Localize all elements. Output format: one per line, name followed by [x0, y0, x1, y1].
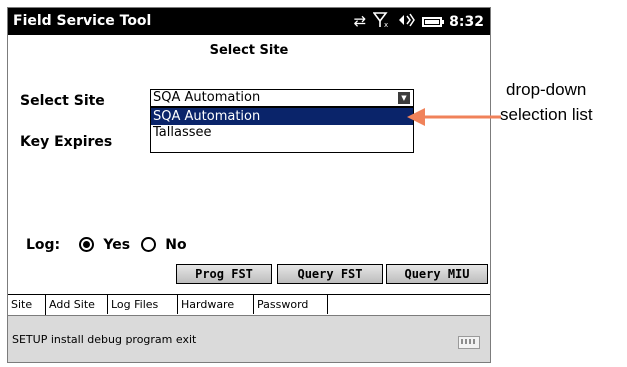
signal-off-icon[interactable]: x [372, 12, 391, 31]
tab-site[interactable]: Site [8, 295, 46, 315]
log-yes-label[interactable]: Yes [103, 237, 130, 253]
select-site-label: Select Site [20, 93, 105, 109]
log-option-group: Log: Yes No [26, 234, 187, 256]
clock[interactable]: 8:32 [449, 14, 484, 30]
query-fst-button[interactable]: Query FST [277, 264, 383, 284]
keyboard-icon[interactable] [458, 336, 480, 349]
command-bar: SETUP install debug program exit [8, 315, 490, 362]
log-no-label[interactable]: No [165, 237, 186, 253]
callout-arrow [407, 108, 501, 126]
tab-bar: Site Add Site Log Files Hardware Passwor… [8, 294, 490, 316]
command-bar-text[interactable]: SETUP install debug program exit [12, 333, 196, 346]
status-icons: ⇄ x 8:32 [354, 11, 484, 32]
site-select[interactable]: SQA Automation ▼ [150, 89, 414, 107]
callout-label-line1: drop-down [506, 80, 587, 99]
tab-log-files[interactable]: Log Files [108, 294, 178, 314]
battery-icon[interactable] [422, 16, 445, 27]
tab-password[interactable]: Password [254, 294, 328, 314]
log-label: Log: [26, 236, 61, 253]
site-select-value: SQA Automation [153, 90, 261, 105]
query-miu-button[interactable]: Query MIU [386, 264, 488, 284]
key-expires-label: Key Expires [20, 134, 113, 150]
tab-hardware[interactable]: Hardware [178, 294, 254, 314]
svg-text:x: x [384, 21, 388, 28]
title-bar: Field Service Tool ⇄ x 8:32 [8, 8, 490, 35]
sync-arrows-icon[interactable]: ⇄ [354, 14, 367, 29]
chevron-down-icon[interactable]: ▼ [398, 92, 410, 104]
log-yes-radio[interactable] [79, 237, 95, 252]
tab-add-site[interactable]: Add Site [46, 294, 108, 314]
dropdown-option-tallassee[interactable]: Tallassee [151, 124, 413, 141]
site-dropdown-list[interactable]: SQA Automation Tallassee [150, 107, 414, 153]
page-heading: Select Site [209, 43, 289, 58]
callout-label-line2: selection list [500, 105, 593, 124]
dropdown-option-sqa-automation[interactable]: SQA Automation [151, 108, 413, 125]
app-title: Field Service Tool [13, 13, 152, 29]
speaker-icon[interactable] [398, 13, 416, 30]
device-screen: Field Service Tool ⇄ x 8:32 Select Site … [7, 7, 491, 363]
prog-fst-button[interactable]: Prog FST [176, 264, 272, 284]
log-no-radio[interactable] [141, 237, 157, 252]
